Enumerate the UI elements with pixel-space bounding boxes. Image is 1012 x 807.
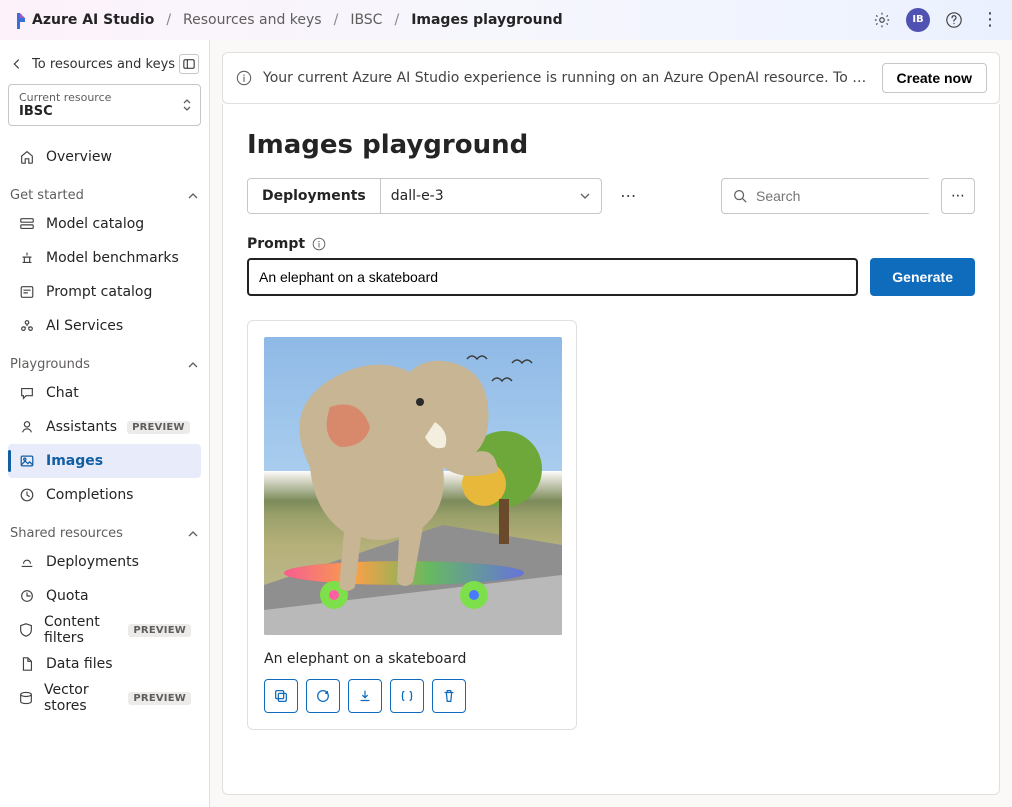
- resource-label: Current resource: [19, 91, 190, 104]
- assistant-icon: [18, 419, 36, 435]
- generated-image[interactable]: [264, 337, 562, 635]
- view-json-button[interactable]: [390, 679, 424, 713]
- sidebar-item-model-benchmarks[interactable]: Model benchmarks: [8, 241, 201, 275]
- back-to-resources[interactable]: To resources and keys: [10, 57, 175, 72]
- sidebar-item-label: Deployments: [46, 554, 139, 570]
- result-caption: An elephant on a skateboard: [264, 651, 560, 667]
- info-icon: [235, 69, 253, 87]
- preview-badge: PREVIEW: [128, 692, 191, 705]
- sidebar-item-label: Assistants: [46, 419, 117, 435]
- sidebar-item-content-filters[interactable]: Content filters PREVIEW: [8, 613, 201, 647]
- breadcrumb-app[interactable]: Azure AI Studio: [32, 12, 154, 28]
- resource-selector[interactable]: Current resource IBSC: [8, 84, 201, 126]
- sidebar-item-vector-stores[interactable]: Vector stores PREVIEW: [8, 681, 201, 715]
- app-logo: [14, 13, 26, 27]
- sidebar-item-chat[interactable]: Chat: [8, 376, 201, 410]
- search-input[interactable]: [756, 179, 937, 213]
- sidebar-item-prompt-catalog[interactable]: Prompt catalog: [8, 275, 201, 309]
- sidebar-item-label: AI Services: [46, 318, 123, 334]
- sidebar-item-completions[interactable]: Completions: [8, 478, 201, 512]
- breadcrumb-ibsc[interactable]: IBSC: [350, 12, 382, 28]
- sidebar-item-label: Prompt catalog: [46, 284, 152, 300]
- chevron-up-icon: [187, 359, 199, 371]
- result-card: An elephant on a skateboard: [247, 320, 577, 730]
- toolbar-more-icon[interactable]: ⋯: [941, 178, 975, 214]
- sidebar-item-images[interactable]: Images: [8, 444, 201, 478]
- sidebar-item-ai-services[interactable]: AI Services: [8, 309, 201, 343]
- sidebar-item-model-catalog[interactable]: Model catalog: [8, 207, 201, 241]
- completions-icon: [18, 487, 36, 503]
- vector-icon: [18, 690, 34, 706]
- resource-value: IBSC: [19, 104, 190, 119]
- settings-icon[interactable]: [870, 8, 894, 32]
- deploy-icon: [18, 554, 36, 570]
- benchmark-icon: [18, 250, 36, 266]
- info-banner: Your current Azure AI Studio experience …: [222, 52, 1000, 104]
- deployments-label: Deployments: [248, 179, 381, 213]
- deployment-picker: Deployments dall-e-3: [247, 178, 602, 214]
- elephant-illustration: [270, 347, 500, 597]
- sidebar-item-quota[interactable]: Quota: [8, 579, 201, 613]
- chevron-down-icon: [579, 190, 591, 202]
- sidebar-item-assistants[interactable]: Assistants PREVIEW: [8, 410, 201, 444]
- collapse-panel-icon[interactable]: [179, 54, 199, 74]
- sidebar-group-playgrounds[interactable]: Playgrounds: [8, 349, 201, 376]
- topbar: Azure AI Studio / Resources and keys / I…: [0, 0, 1012, 40]
- chevron-up-icon: [187, 528, 199, 540]
- deployment-more-icon[interactable]: ⋯: [612, 178, 646, 214]
- sidebar-item-label: Quota: [46, 588, 89, 604]
- ai-services-icon: [18, 318, 36, 334]
- preview-badge: PREVIEW: [127, 421, 190, 434]
- create-now-button[interactable]: Create now: [882, 63, 987, 93]
- copy-button[interactable]: [264, 679, 298, 713]
- sidebar-item-label: Data files: [46, 656, 113, 672]
- delete-button[interactable]: [432, 679, 466, 713]
- deployment-selected: dall-e-3: [391, 188, 444, 204]
- chevron-updown-icon: [182, 97, 192, 113]
- home-icon: [18, 149, 36, 165]
- sidebar-item-label: Model catalog: [46, 216, 144, 232]
- search-box[interactable]: [721, 178, 931, 214]
- sidebar-item-deployments[interactable]: Deployments: [8, 545, 201, 579]
- preview-badge: PREVIEW: [128, 624, 191, 637]
- deployment-select[interactable]: dall-e-3: [381, 179, 601, 213]
- generate-button[interactable]: Generate: [870, 258, 975, 296]
- regenerate-button[interactable]: [306, 679, 340, 713]
- sidebar-item-label: Content filters: [44, 614, 118, 646]
- sidebar-item-label: Chat: [46, 385, 79, 401]
- chat-icon: [18, 385, 36, 401]
- sidebar-item-label: Vector stores: [44, 682, 118, 714]
- file-icon: [18, 656, 36, 672]
- sidebar-item-data-files[interactable]: Data files: [8, 647, 201, 681]
- breadcrumb: Azure AI Studio / Resources and keys / I…: [32, 12, 563, 28]
- kebab-icon[interactable]: ⋮: [978, 8, 1002, 32]
- prompt-input[interactable]: [247, 258, 858, 296]
- sidebar-group-get-started[interactable]: Get started: [8, 180, 201, 207]
- back-label: To resources and keys: [32, 57, 175, 72]
- page-title: Images playground: [247, 130, 975, 160]
- sidebar-item-label: Overview: [46, 149, 112, 165]
- download-button[interactable]: [348, 679, 382, 713]
- sidebar-item-label: Images: [46, 453, 103, 469]
- content: Images playground Deployments dall-e-3 ⋯: [222, 104, 1000, 795]
- avatar[interactable]: IB: [906, 8, 930, 32]
- catalog-icon: [18, 216, 36, 232]
- breadcrumb-resources[interactable]: Resources and keys: [183, 12, 322, 28]
- sidebar: To resources and keys Current resource I…: [0, 40, 210, 807]
- prompt-icon: [18, 284, 36, 300]
- prompt-label: Prompt: [247, 236, 305, 252]
- sidebar-item-overview[interactable]: Overview: [8, 140, 201, 174]
- info-icon[interactable]: [311, 236, 327, 252]
- images-icon: [18, 453, 36, 469]
- search-icon: [732, 188, 748, 204]
- sidebar-group-shared[interactable]: Shared resources: [8, 518, 201, 545]
- help-icon[interactable]: [942, 8, 966, 32]
- chevron-up-icon: [187, 190, 199, 202]
- breadcrumb-current: Images playground: [411, 12, 562, 28]
- sidebar-item-label: Completions: [46, 487, 133, 503]
- shield-icon: [18, 622, 34, 638]
- sidebar-item-label: Model benchmarks: [46, 250, 179, 266]
- quota-icon: [18, 588, 36, 604]
- banner-message: Your current Azure AI Studio experience …: [263, 70, 872, 86]
